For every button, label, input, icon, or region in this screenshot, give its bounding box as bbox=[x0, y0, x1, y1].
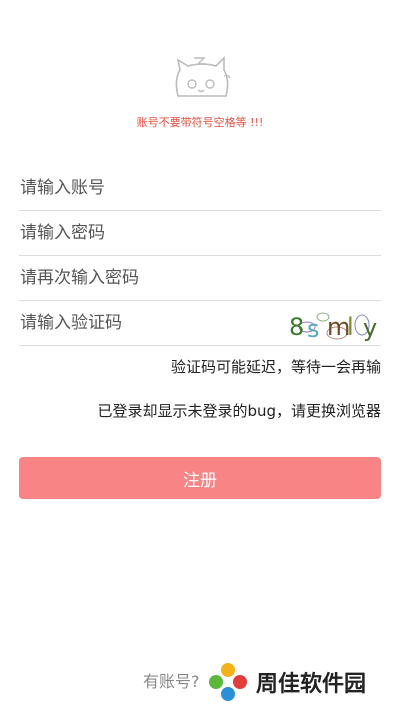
pinwheel-logo-icon bbox=[209, 663, 247, 701]
svg-text:l: l bbox=[347, 313, 354, 341]
account-hint: 账号不要带符号空格等 !!! bbox=[136, 116, 264, 129]
register-button[interactable]: 注册 bbox=[19, 457, 381, 499]
captcha-delay-note: 验证码可能延迟，等待一会再输 bbox=[170, 358, 381, 376]
account-field[interactable] bbox=[19, 166, 381, 211]
account-input[interactable] bbox=[19, 178, 381, 198]
bug-notice: 已登录却显示未登录的bug，请更换浏览器 bbox=[97, 402, 381, 420]
confirm-password-field[interactable] bbox=[19, 256, 381, 301]
captcha-image[interactable]: 8 s m l y bbox=[277, 305, 381, 345]
confirm-password-input[interactable] bbox=[19, 268, 381, 288]
svg-text:s: s bbox=[307, 315, 320, 343]
svg-text:y: y bbox=[363, 314, 377, 342]
captcha-input[interactable] bbox=[19, 313, 270, 333]
watermark: 周佳软件园 bbox=[206, 660, 366, 704]
captcha-field[interactable]: 8 s m l y bbox=[19, 301, 381, 346]
watermark-text: 周佳软件园 bbox=[256, 672, 367, 697]
password-input[interactable] bbox=[19, 223, 381, 243]
password-field[interactable] bbox=[19, 211, 381, 256]
have-account-link[interactable]: 有账号? bbox=[143, 668, 200, 692]
svg-text:8: 8 bbox=[289, 313, 304, 341]
cat-mascot-icon bbox=[175, 56, 231, 97]
